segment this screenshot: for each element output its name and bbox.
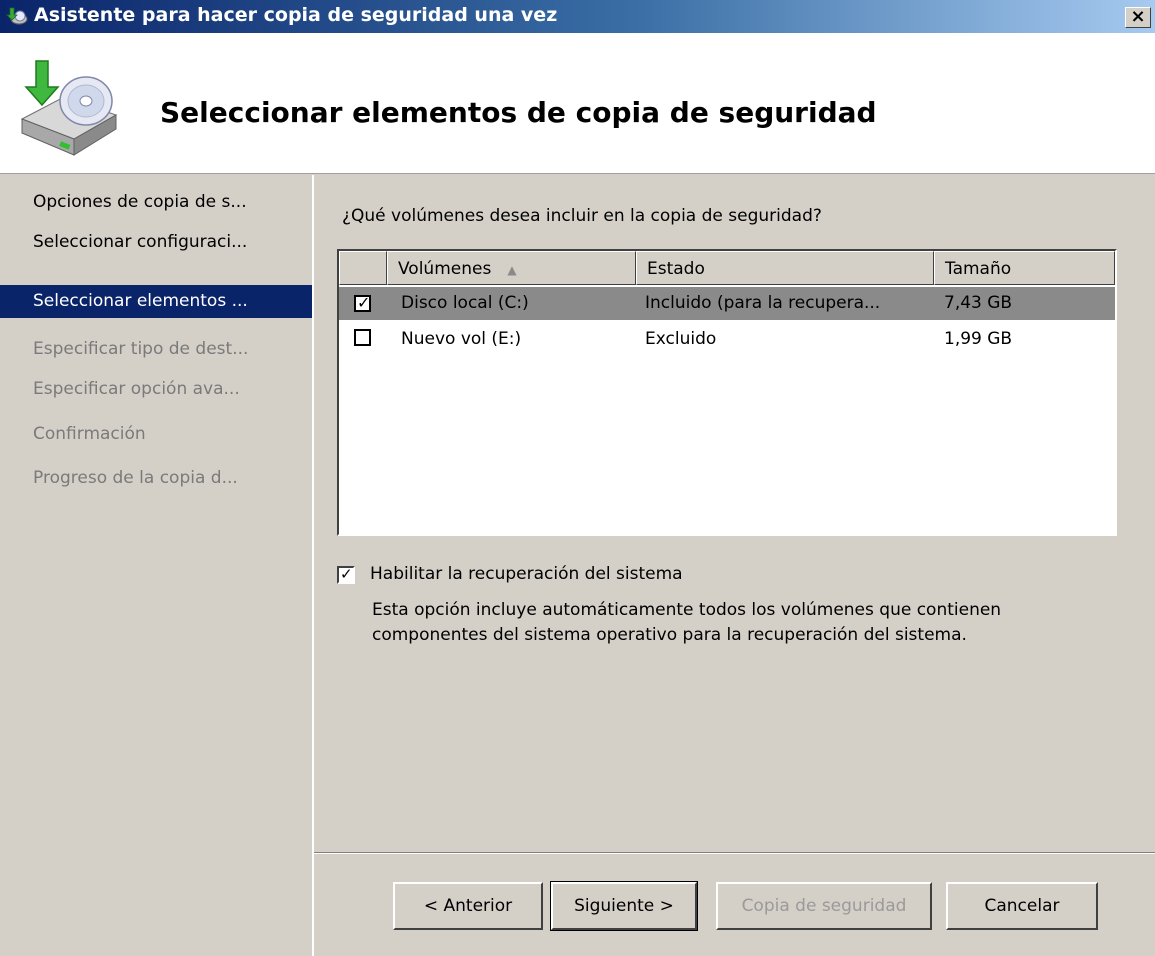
column-volumes[interactable]: Volúmenes ▲ <box>387 251 636 285</box>
column-volumes-label: Volúmenes <box>398 259 492 279</box>
wizard-window: Asistente para hacer copia de seguridad … <box>0 0 1155 956</box>
step-select-configuration[interactable]: Seleccionar configuraci... <box>0 226 312 259</box>
wizard-steps: Opciones de copia de s... Seleccionar co… <box>0 175 314 956</box>
row-checkbox[interactable] <box>354 329 371 346</box>
checkmark-icon: ✓ <box>357 293 371 312</box>
backup-disk-icon <box>20 60 118 156</box>
cancel-button[interactable]: Cancelar <box>946 882 1098 930</box>
step-label: Especificar tipo de dest... <box>33 339 249 359</box>
title-bar: Asistente para hacer copia de seguridad … <box>0 0 1155 33</box>
system-recovery-label[interactable]: Habilitar la recuperación del sistema <box>370 564 683 584</box>
next-button[interactable]: Siguiente > <box>550 881 698 931</box>
row-checkbox[interactable]: ✓ <box>354 293 371 312</box>
step-label: Seleccionar configuraci... <box>33 232 248 252</box>
column-size-label: Tamaño <box>945 259 1012 279</box>
volume-name: Disco local (C:) <box>401 293 529 313</box>
backup-button: Copia de seguridad <box>716 882 932 930</box>
volume-name: Nuevo vol (E:) <box>401 329 522 349</box>
step-label: Progreso de la copia d... <box>33 468 238 488</box>
step-label: Opciones de copia de s... <box>33 192 247 212</box>
checkmark-icon: ✓ <box>340 565 353 583</box>
footer-divider <box>314 852 1155 854</box>
step-label: Seleccionar elementos ... <box>33 291 248 311</box>
system-recovery-checkbox[interactable]: ✓ <box>337 565 355 584</box>
column-state[interactable]: Estado <box>636 251 934 285</box>
column-check[interactable] <box>339 251 387 285</box>
step-backup-progress: Progreso de la copia d... <box>0 462 312 495</box>
step-label: Especificar opción ava... <box>33 379 240 399</box>
column-state-label: Estado <box>647 259 705 279</box>
step-select-items[interactable]: Seleccionar elementos ... <box>0 285 312 318</box>
step-backup-options[interactable]: Opciones de copia de s... <box>0 186 312 219</box>
volumes-question: ¿Qué volúmenes desea incluir en la copia… <box>342 206 822 226</box>
page-title: Seleccionar elementos de copia de seguri… <box>160 96 877 129</box>
step-label: Confirmación <box>33 424 146 444</box>
column-size[interactable]: Tamaño <box>934 251 1115 285</box>
backup-icon <box>6 7 28 25</box>
system-recovery-description: Esta opción incluye automáticamente todo… <box>372 600 1002 645</box>
list-header: Volúmenes ▲ Estado Tamaño <box>339 251 1115 285</box>
step-destination-type: Especificar tipo de dest... <box>0 333 312 366</box>
volume-size: 7,43 GB <box>944 293 1013 313</box>
wizard-header: Seleccionar elementos de copia de seguri… <box>0 33 1155 174</box>
volume-state: Excluido <box>645 329 717 349</box>
step-confirmation: Confirmación <box>0 418 312 451</box>
table-row[interactable]: ✓ Disco local (C:) Incluido (para la rec… <box>339 287 1115 320</box>
volumes-list[interactable]: Volúmenes ▲ Estado Tamaño ✓ Disco local (… <box>337 249 1117 536</box>
sort-ascending-icon: ▲ <box>507 263 517 277</box>
step-advanced-option: Especificar opción ava... <box>0 373 312 406</box>
window-title: Asistente para hacer copia de seguridad … <box>34 4 558 26</box>
close-button[interactable]: × <box>1125 7 1151 28</box>
volume-size: 1,99 GB <box>944 329 1013 349</box>
table-row[interactable]: Nuevo vol (E:) Excluido 1,99 GB <box>339 323 1115 356</box>
volume-state: Incluido (para la recupera... <box>645 293 881 313</box>
back-button[interactable]: < Anterior <box>393 882 543 930</box>
